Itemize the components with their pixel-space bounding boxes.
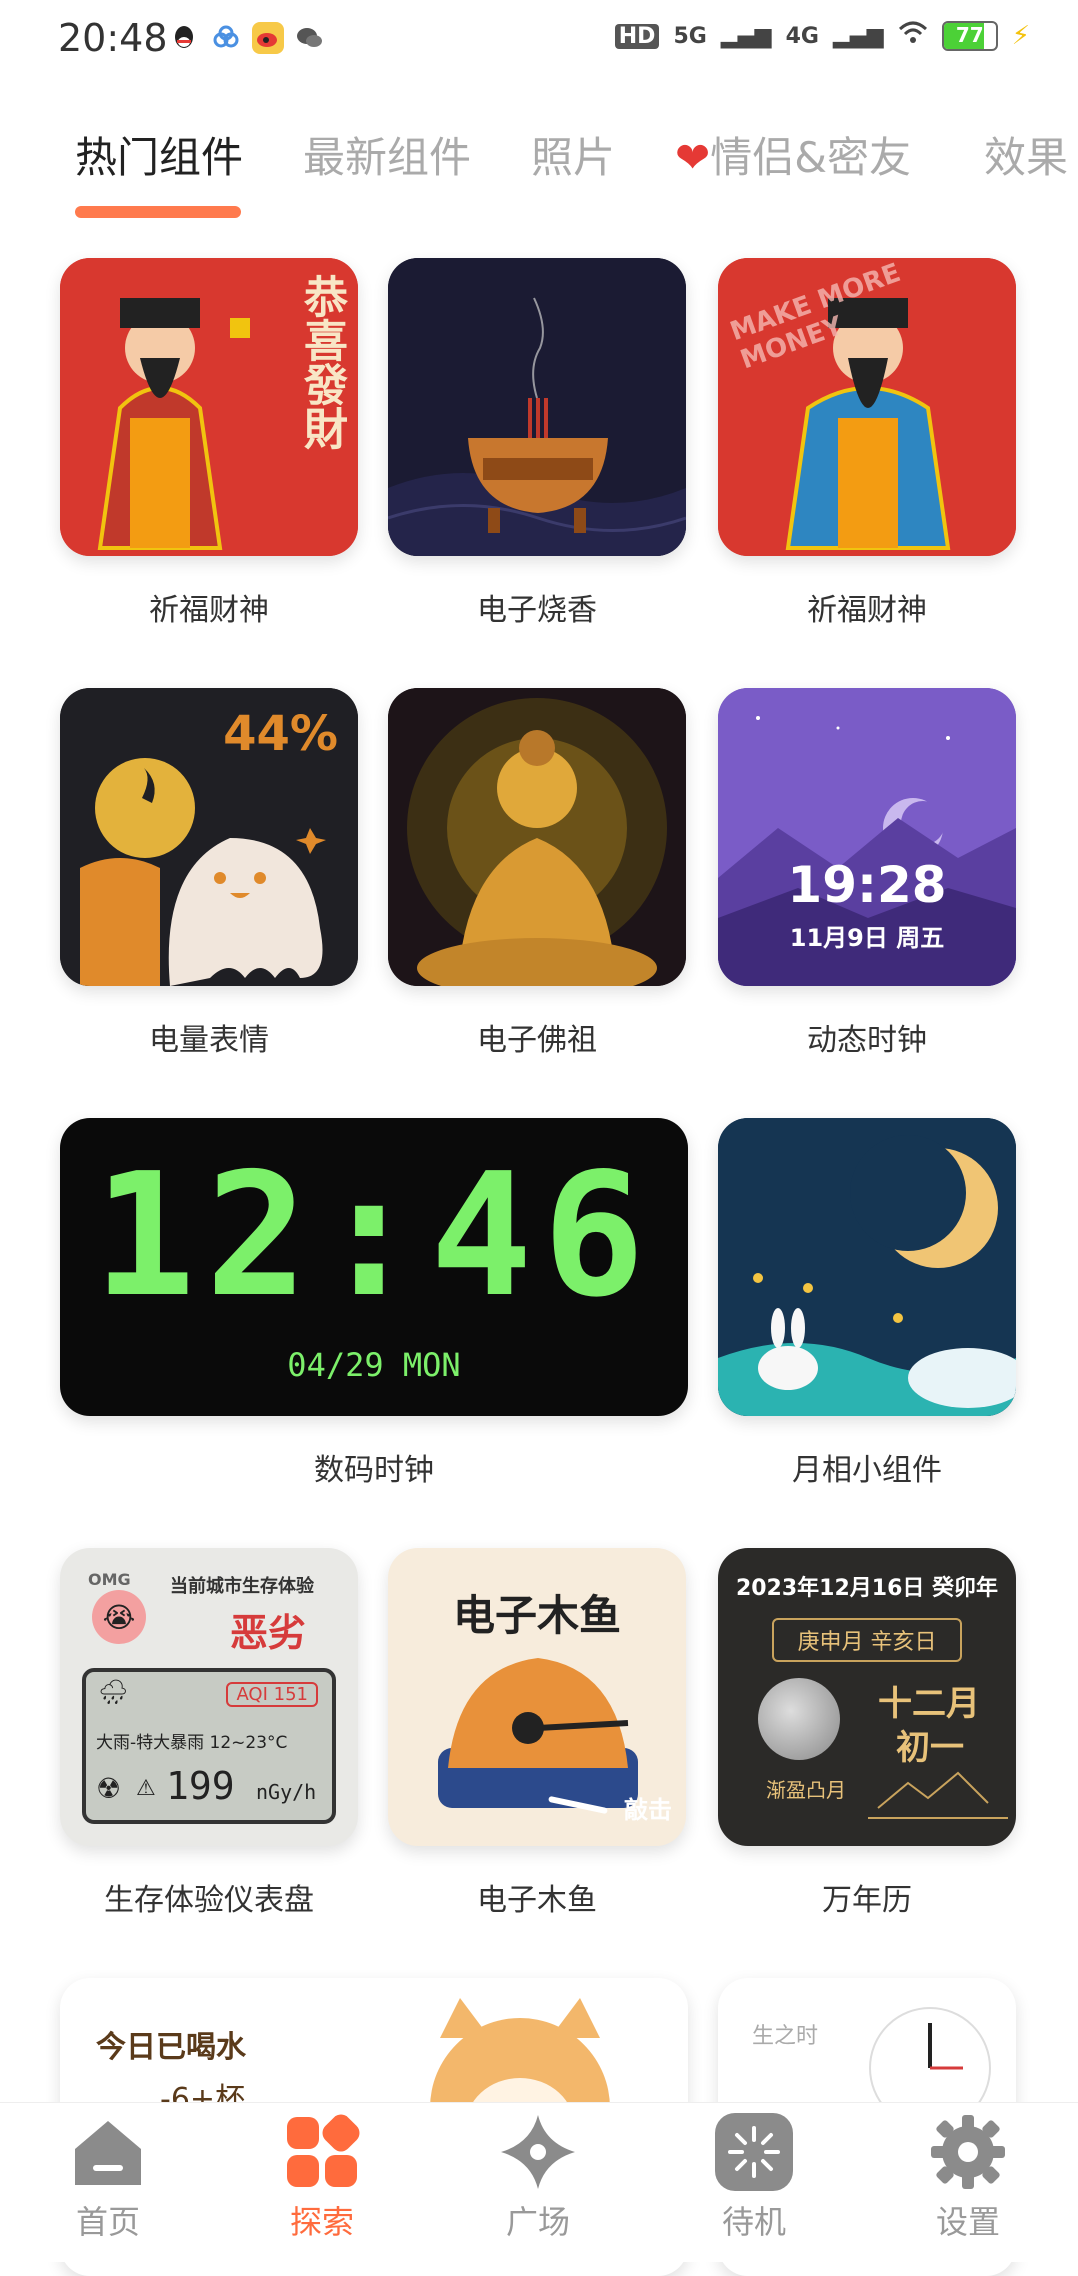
wooden-fish-hit-text: 敲击 (624, 1796, 672, 1824)
category-tabs: 热门组件 最新组件 照片 ❤情侣&密友 效果 (0, 110, 1078, 220)
signal-5g: 5G (673, 23, 707, 49)
tab-photos[interactable]: 照片 (531, 124, 615, 185)
survival-title: 当前城市生存体验 (170, 1576, 314, 1597)
warning-icon: ⚠ (136, 1776, 156, 1801)
wifi-icon (898, 20, 928, 52)
widget-label: 电子烧香 (477, 593, 597, 628)
widget-card-digital-clock[interactable]: 12:46 04/29 MON (60, 1118, 688, 1416)
nav-standby[interactable]: 待机 (694, 2113, 814, 2243)
hd-badge: HD (614, 23, 660, 49)
heart-icon: ❤ (675, 133, 711, 182)
signal-bars-icon-2: ▂▄▆ (832, 23, 884, 49)
widget-label: 电子佛祖 (477, 1023, 597, 1058)
clock-date: 11月9日 周五 (789, 924, 945, 952)
tab-new-widgets[interactable]: 最新组件 (303, 124, 471, 185)
standby-icon (715, 2113, 793, 2191)
widget-label: 祈福财神 (807, 593, 927, 628)
signal-4g: 4G (785, 23, 819, 49)
rain-cloud-icon: 🌧 (98, 1678, 129, 1706)
widget-card-incense[interactable] (388, 258, 686, 556)
tab-hot-widgets[interactable]: 热门组件 (75, 124, 243, 185)
digital-clock-time: 12:46 (93, 1137, 655, 1335)
nav-plaza[interactable]: 广场 (478, 2113, 598, 2243)
status-app-icons (168, 22, 326, 54)
nav-settings[interactable]: 设置 (908, 2113, 1028, 2243)
widget-card-calendar[interactable]: 2023年12月16日 癸卯年 庚申月 辛亥日 十二月 初一 渐盈凸月 (718, 1548, 1016, 1846)
radiation-value: 199 (166, 1764, 235, 1808)
wechat-icon (294, 22, 326, 54)
charging-icon: ⚡ (1011, 21, 1030, 51)
widget-label: 月相小组件 (792, 1453, 942, 1488)
status-bar: 20:48 HD 5G ▂▄▆ 4G ▂▄▆ 77 ⚡ (0, 0, 1078, 80)
status-time: 20:48 (58, 16, 168, 60)
explore-icon (283, 2113, 361, 2191)
gear-icon (929, 2113, 1007, 2191)
radiation-unit: nGy/h (256, 1780, 317, 1804)
widget-label: 电量表情 (149, 1023, 269, 1058)
status-right: HD 5G ▂▄▆ 4G ▂▄▆ 77 ⚡ (614, 20, 1030, 52)
home-icon (69, 2113, 147, 2191)
widget-label: 生存体验仪表盘 (104, 1883, 314, 1918)
battery-indicator: 77 (941, 21, 998, 51)
tab-couples[interactable]: ❤情侣&密友 (675, 124, 911, 185)
tab-effects[interactable]: 效果 (984, 124, 1068, 185)
widget-card-caishen-1[interactable]: 恭喜發財 (60, 258, 358, 556)
omg-text: OMG (88, 1570, 131, 1589)
digital-clock-date: 04/29 MON (287, 1346, 461, 1384)
widget-card-moon-phase[interactable] (718, 1118, 1016, 1416)
signal-bars-icon: ▂▄▆ (720, 23, 772, 49)
widget-card-buddha[interactable] (388, 688, 686, 986)
crying-face-icon: 😭 (92, 1590, 146, 1644)
widget-card-survival-dashboard[interactable]: OMG 😭 当前城市生存体验 恶劣 🌧 AQI 151 大雨-特大暴雨 12~2… (60, 1548, 358, 1846)
plaza-icon (499, 2113, 577, 2191)
weather-text: 大雨-特大暴雨 12~23°C (96, 1733, 288, 1753)
weibo-icon (252, 22, 284, 54)
clock-time: 19:28 (787, 856, 947, 914)
widget-label: 数码时钟 (314, 1453, 434, 1488)
caishen-blessing-text: 恭喜發財 (296, 274, 347, 450)
aqi-badge: AQI 151 (226, 1682, 318, 1707)
widget-label: 动态时钟 (807, 1023, 927, 1058)
widget-label: 祈福财神 (149, 593, 269, 628)
widget-label: 万年历 (822, 1883, 912, 1918)
nav-home[interactable]: 首页 (48, 2113, 168, 2243)
widget-card-caishen-2[interactable]: MAKE MORE MONEY (718, 258, 1016, 556)
widget-card-wooden-fish[interactable]: 电子木鱼 敲击 (388, 1548, 686, 1846)
nav-explore[interactable]: 探索 (262, 2113, 382, 2243)
bottom-navigation: 首页 探索 广场 待机 设置 (0, 2102, 1078, 2262)
active-tab-indicator (75, 206, 241, 218)
radiation-icon: ☢ (96, 1772, 122, 1805)
mountain-decoration (868, 1771, 1008, 1819)
cloud-app-icon (210, 22, 242, 54)
widget-label: 电子木鱼 (477, 1883, 597, 1918)
widget-card-dynamic-clock[interactable]: 19:28 11月9日 周五 (718, 688, 1016, 986)
survival-lcd: 🌧 AQI 151 大雨-特大暴雨 12~23°C ☢ ⚠ 199 nGy/h (82, 1668, 336, 1824)
qq-icon (168, 22, 200, 54)
widget-card-battery-ghost[interactable]: 44% (60, 688, 358, 986)
battery-percent: 44% (223, 706, 338, 762)
survival-rating: 恶劣 (230, 1611, 307, 1655)
